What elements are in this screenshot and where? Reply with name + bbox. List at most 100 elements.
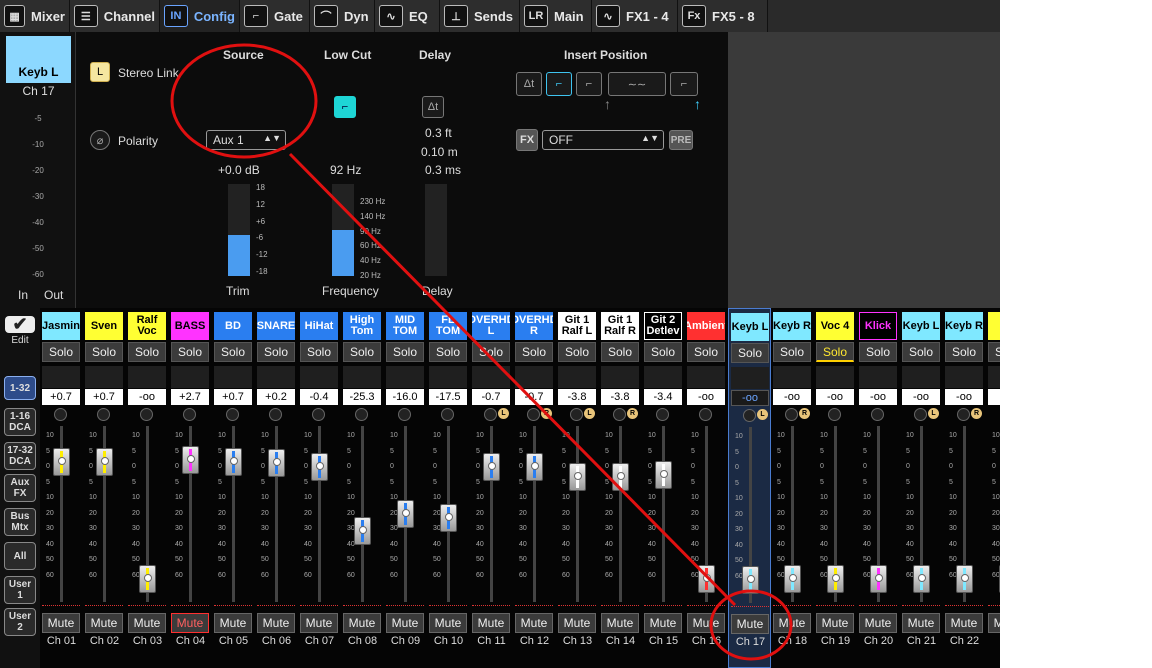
tab-fx1-4[interactable]: ∿ FX1 - 4 xyxy=(592,0,678,32)
pan-knob[interactable] xyxy=(914,408,927,421)
mute-button[interactable]: Mute xyxy=(773,613,811,633)
mute-button[interactable]: Mute xyxy=(214,613,252,633)
channel-name[interactable]: OVERHD L xyxy=(472,312,510,340)
selected-channel-name[interactable]: Keyb L xyxy=(6,36,71,83)
fader-cap[interactable] xyxy=(784,565,801,593)
pre-button[interactable]: PRE xyxy=(669,130,693,150)
channel-name[interactable]: Klick xyxy=(859,312,897,340)
channel-name[interactable]: Git 1 Ralf R xyxy=(601,312,639,340)
pan-knob[interactable] xyxy=(828,408,841,421)
solo-button[interactable]: Solo xyxy=(731,343,769,363)
solo-button[interactable]: Solo xyxy=(472,342,510,362)
sidebar-all[interactable]: All xyxy=(4,542,36,570)
pan-knob[interactable] xyxy=(785,408,798,421)
fader-cap[interactable] xyxy=(225,447,242,476)
trim-meter[interactable] xyxy=(228,184,250,276)
mute-button[interactable]: Mute xyxy=(171,613,209,633)
mute-button[interactable]: Mute xyxy=(988,613,1000,633)
pan-knob[interactable] xyxy=(226,408,239,421)
fader-value[interactable]: -0.7 xyxy=(472,389,510,405)
fader-cap[interactable] xyxy=(526,452,543,481)
sidebar-user-2[interactable]: User 2 xyxy=(4,608,36,636)
insert-lowcut-icon[interactable]: ⌐ xyxy=(546,72,572,96)
fader-cap[interactable] xyxy=(698,565,715,593)
fader-cap[interactable] xyxy=(397,500,414,529)
channel-name[interactable]: Keyb R xyxy=(773,312,811,340)
fader-cap[interactable] xyxy=(956,565,973,593)
delay-meter[interactable] xyxy=(425,184,447,276)
fader-cap[interactable] xyxy=(440,503,457,532)
pan-knob[interactable] xyxy=(613,408,626,421)
fader-value[interactable]: -3.8 xyxy=(558,389,596,405)
channel-name[interactable]: V xyxy=(988,312,1000,340)
pan-knob[interactable] xyxy=(871,408,884,421)
solo-button[interactable]: Solo xyxy=(128,342,166,362)
fader-track[interactable] xyxy=(662,426,665,602)
mute-button[interactable]: Mute xyxy=(85,613,123,633)
insert-delay-icon[interactable]: Δt xyxy=(516,72,542,96)
solo-button[interactable]: Solo xyxy=(558,342,596,362)
mute-button[interactable]: Mute xyxy=(128,613,166,633)
insert-dyn-icon[interactable]: ⌐ xyxy=(670,72,698,96)
fader-value[interactable]: -0.4 xyxy=(300,389,338,405)
fader-cap[interactable] xyxy=(139,565,156,593)
fader-value[interactable]: +0.7 xyxy=(42,389,80,405)
fx-icon[interactable]: FX xyxy=(516,129,538,151)
solo-button[interactable]: Solo xyxy=(902,342,940,362)
fader-cap[interactable] xyxy=(268,449,285,478)
pan-knob[interactable] xyxy=(140,408,153,421)
pan-knob[interactable] xyxy=(312,408,325,421)
solo-button[interactable]: Solo xyxy=(42,342,80,362)
sidebar-bus-mtx[interactable]: Bus Mtx xyxy=(4,508,36,536)
fader-cap[interactable] xyxy=(311,452,328,481)
mute-button[interactable]: Mute xyxy=(343,613,381,633)
channel-name[interactable]: Keyb L xyxy=(902,312,940,340)
fader-value[interactable]: +0.7 xyxy=(85,389,123,405)
mute-button[interactable]: Mute xyxy=(601,613,639,633)
fader-value[interactable]: -25.3 xyxy=(343,389,381,405)
frequency-meter[interactable] xyxy=(332,184,354,276)
channel-name[interactable]: Git 2 Detlev xyxy=(644,312,682,340)
fader-value[interactable]: -oo xyxy=(816,389,854,405)
fader-value[interactable]: -17.5 xyxy=(429,389,467,405)
fader-value[interactable]: -3.8 xyxy=(601,389,639,405)
fader-cap[interactable] xyxy=(53,447,70,476)
solo-button[interactable]: Solo xyxy=(429,342,467,362)
solo-button[interactable]: Solo xyxy=(687,342,725,362)
channel-name[interactable]: BASS xyxy=(171,312,209,340)
mute-button[interactable]: Mute xyxy=(902,613,940,633)
fader-cap[interactable] xyxy=(96,447,113,476)
solo-button[interactable]: Solo xyxy=(601,342,639,362)
solo-button[interactable]: Solo xyxy=(343,342,381,362)
sidebar-1-16-dca[interactable]: 1-16 DCA xyxy=(4,408,36,436)
mute-button[interactable]: Mute xyxy=(859,613,897,633)
mute-button[interactable]: Mute xyxy=(558,613,596,633)
pan-knob[interactable] xyxy=(699,408,712,421)
fader-value[interactable]: +0.7 xyxy=(214,389,252,405)
channel-name[interactable]: SNARE xyxy=(257,312,295,340)
fader-cap[interactable] xyxy=(742,566,759,594)
tab-dyn[interactable]: ⌒ Dyn xyxy=(310,0,375,32)
tab-mixer[interactable]: ▦ Mixer xyxy=(0,0,70,32)
fader-value[interactable]: -oo xyxy=(687,389,725,405)
pan-knob[interactable] xyxy=(54,408,67,421)
fader-track[interactable] xyxy=(361,426,364,602)
solo-button[interactable]: Solo xyxy=(816,342,854,362)
pan-knob[interactable] xyxy=(398,408,411,421)
pan-knob[interactable] xyxy=(441,408,454,421)
polarity-icon[interactable]: ⌀ xyxy=(90,130,110,150)
solo-button[interactable]: Solo xyxy=(859,342,897,362)
fader-value[interactable]: -oo xyxy=(859,389,897,405)
pan-knob[interactable] xyxy=(269,408,282,421)
pan-knob[interactable] xyxy=(957,408,970,421)
fader-cap[interactable] xyxy=(612,463,629,491)
mute-button[interactable]: Mute xyxy=(515,613,553,633)
sidebar-1-32[interactable]: 1-32 xyxy=(4,376,36,400)
mute-button[interactable]: Mute xyxy=(42,613,80,633)
low-cut-toggle-icon[interactable]: ⌐ xyxy=(334,96,356,118)
mute-button[interactable]: Mute xyxy=(386,613,424,633)
fader-cap[interactable] xyxy=(483,452,500,481)
mute-button[interactable]: Mute xyxy=(257,613,295,633)
tab-main[interactable]: LR Main xyxy=(520,0,592,32)
solo-button[interactable]: Solo xyxy=(300,342,338,362)
